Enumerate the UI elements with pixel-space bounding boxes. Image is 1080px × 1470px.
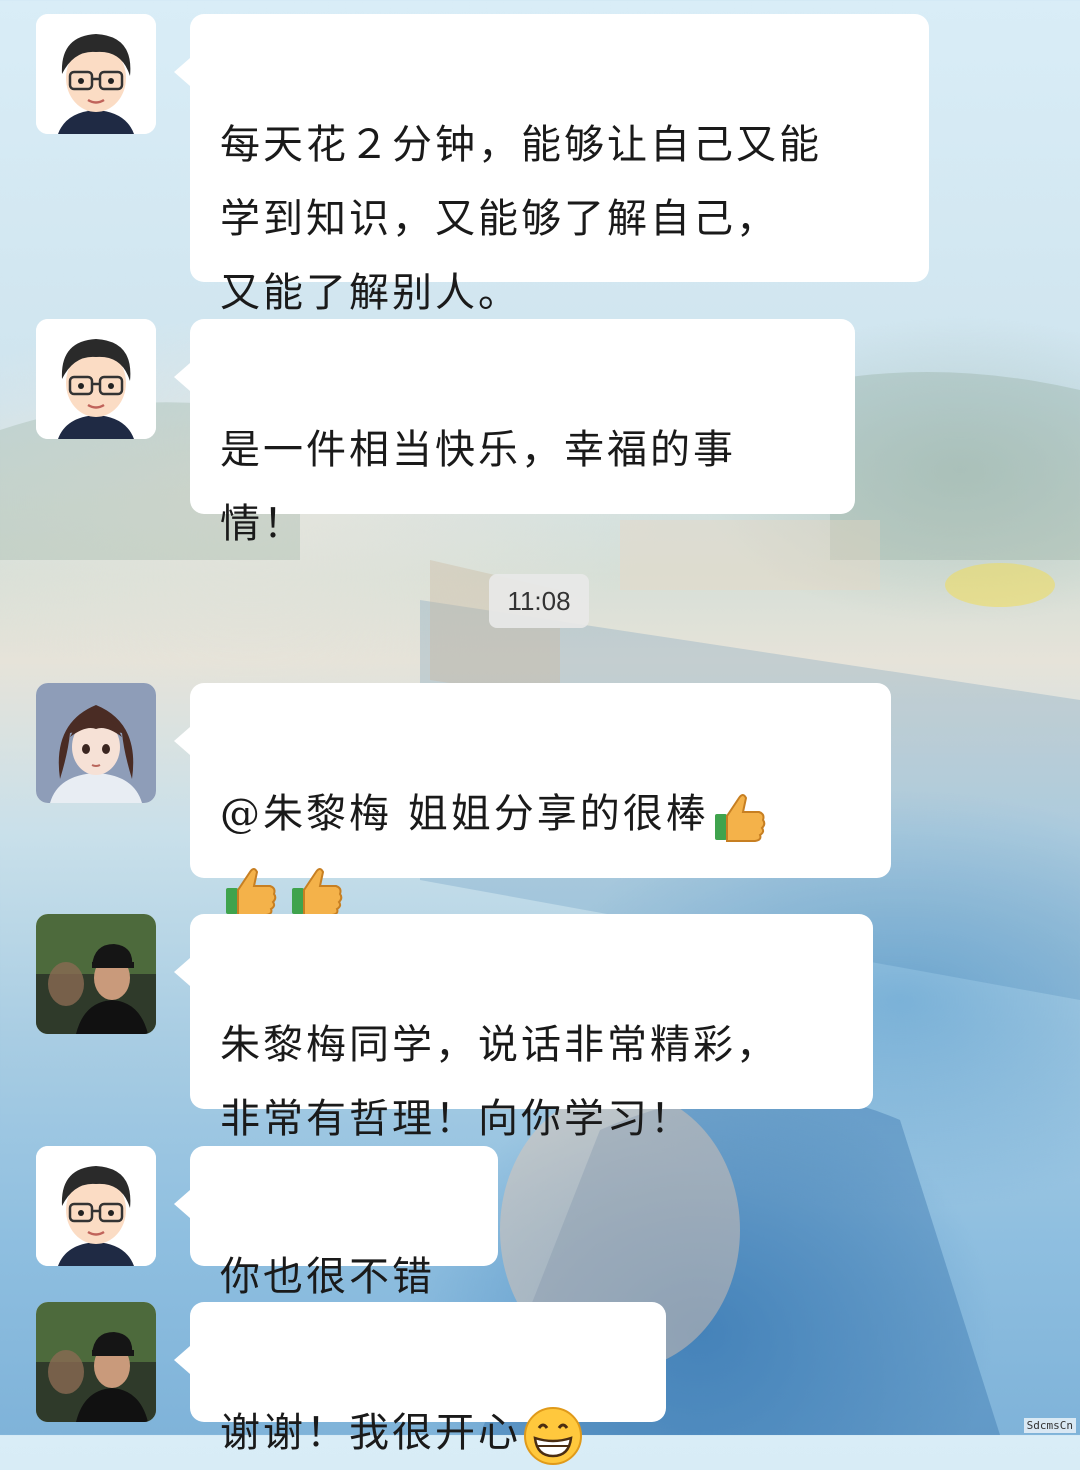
thumbs-up-icon [292,868,343,916]
timestamp-divider: 11:08 [489,574,589,628]
cartoon-boy-glasses-avatar[interactable] [36,14,156,134]
photo-young-man-avatar[interactable] [36,914,156,1034]
photo-young-man-avatar[interactable] [36,1302,156,1422]
message-bubble[interactable]: 是一件相当快乐，幸福的事 情！ [174,319,855,547]
message-text: 每天花２分钟，能够让自己又能 学到知识，又能够了解自己， 又能了解别人。 [220,122,822,316]
cartoon-boy-glasses-avatar[interactable] [36,1146,156,1266]
message-text: 朱黎梅同学，说话非常精彩， 非常有哲理！向你学习！ [220,1022,779,1142]
message-text: @朱黎梅 姐姐分享的很棒 [220,791,709,837]
message-bubble[interactable]: 你也很不错 [174,1146,498,1300]
message-text: 谢谢！我很开心 [220,1410,521,1456]
anime-girl-avatar[interactable] [36,683,156,803]
message-text: 是一件相当快乐，幸福的事 情！ [220,427,736,547]
watermark: SdcmsCn [1023,1418,1076,1433]
chat-thread[interactable]: 每天花２分钟，能够让自己又能 学到知识，又能够了解自己， 又能了解别人。 是一件… [0,0,1080,1465]
cartoon-boy-glasses-avatar[interactable] [36,319,156,439]
message-bubble[interactable]: @朱黎梅 姐姐分享的很棒 [174,683,891,916]
message-bubble[interactable]: 朱黎梅同学，说话非常精彩， 非常有哲理！向你学习！ [174,914,873,1142]
thumbs-up-icon [226,868,277,916]
message-bubble[interactable]: 每天花２分钟，能够让自己又能 学到知识，又能够了解自己， 又能了解别人。 [174,14,929,316]
message-text: 你也很不错 [220,1254,435,1300]
message-bubble[interactable]: 谢谢！我很开心 [174,1302,666,1465]
thumbs-up-icon [714,794,765,842]
grinning-face-icon [524,1407,582,1465]
